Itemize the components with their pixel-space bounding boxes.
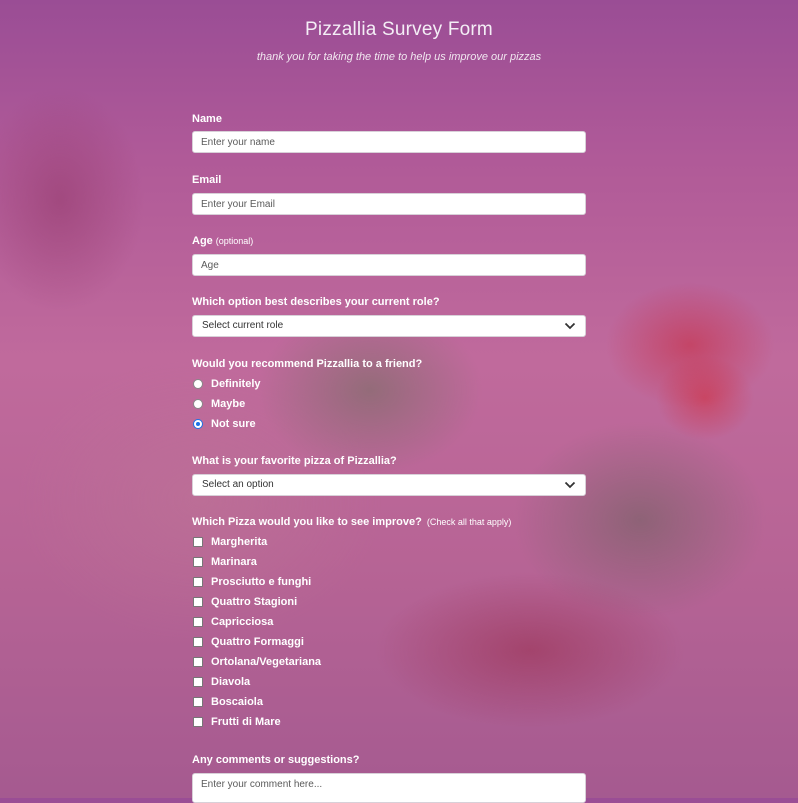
age-optional-hint: (optional) (215, 236, 254, 246)
improve-option-ortolana-vegetariana[interactable]: Ortolana/Vegetariana (193, 654, 321, 670)
improve-option-label: Diavola (211, 676, 251, 688)
improve-option-margherita[interactable]: Margherita (193, 534, 267, 550)
age-label-text: Age (192, 235, 213, 247)
improve-option-label: Marinara (211, 556, 257, 568)
checkbox[interactable] (193, 717, 203, 727)
improve-option-label: Boscaiola (211, 696, 263, 708)
recommend-label: Would you recommend Pizzallia to a frien… (192, 358, 423, 370)
checkbox[interactable] (193, 557, 203, 567)
favorite-select-value: Select an option (202, 479, 274, 490)
recommend-option-maybe[interactable]: Maybe (193, 396, 245, 412)
checkbox[interactable] (193, 577, 203, 587)
improve-option-prosciutto-e-funghi[interactable]: Prosciutto e funghi (193, 574, 311, 590)
improve-option-marinara[interactable]: Marinara (193, 554, 257, 570)
name-input[interactable] (192, 131, 586, 153)
comments-label: Any comments or suggestions? (192, 754, 360, 766)
improve-option-label: Margherita (211, 536, 268, 548)
page-title: Pizzallia Survey Form (305, 19, 493, 40)
improve-label-text: Which Pizza would you like to see improv… (192, 516, 422, 528)
checkbox[interactable] (193, 657, 203, 667)
role-label: Which option best describes your current… (192, 296, 440, 308)
checkbox[interactable] (193, 617, 203, 627)
improve-option-label: Capricciosa (211, 616, 274, 628)
comments-textarea[interactable] (192, 773, 586, 803)
recommend-option-label: Maybe (211, 398, 246, 410)
improve-option-label: Ortolana/Vegetariana (211, 656, 322, 668)
improve-option-label: Frutti di Mare (211, 716, 281, 728)
email-input[interactable] (192, 193, 586, 215)
email-label: Email (192, 174, 222, 186)
improve-option-label: Prosciutto e funghi (211, 576, 312, 588)
checkbox[interactable] (193, 677, 203, 687)
age-input[interactable] (192, 254, 586, 276)
improve-option-frutti-di-mare[interactable]: Frutti di Mare (193, 714, 281, 730)
checkbox[interactable] (193, 537, 203, 547)
role-select[interactable]: Select current role (192, 315, 586, 337)
favorite-label: What is your favorite pizza of Pizzallia… (192, 455, 397, 467)
favorite-select[interactable]: Select an option (192, 474, 586, 496)
chevron-down-icon (564, 322, 576, 330)
recommend-option-not-sure[interactable]: Not sure (193, 416, 256, 432)
recommend-option-label: Not sure (211, 418, 256, 430)
recommend-option-definitely[interactable]: Definitely (193, 376, 261, 392)
name-label: Name (192, 113, 222, 125)
recommend-option-label: Definitely (211, 378, 261, 390)
checkbox[interactable] (193, 597, 203, 607)
checkbox[interactable] (193, 637, 203, 647)
improve-label: Which Pizza would you like to see improv… (192, 516, 511, 528)
checkbox[interactable] (193, 697, 203, 707)
improve-option-label: Quattro Formaggi (211, 636, 304, 648)
improve-option-quattro-stagioni[interactable]: Quattro Stagioni (193, 594, 297, 610)
role-select-value: Select current role (202, 320, 284, 331)
page-subtitle: thank you for taking the time to help us… (256, 51, 542, 63)
improve-option-boscaiola[interactable]: Boscaiola (193, 694, 263, 710)
radio-button[interactable] (193, 379, 203, 389)
improve-option-diavola[interactable]: Diavola (193, 674, 250, 690)
age-label: Age (optional) (192, 235, 253, 247)
improve-option-label: Quattro Stagioni (211, 596, 298, 608)
radio-button[interactable] (193, 399, 203, 409)
radio-button-selected[interactable] (193, 419, 203, 429)
improve-option-quattro-formaggi[interactable]: Quattro Formaggi (193, 634, 304, 650)
improve-option-capricciosa[interactable]: Capricciosa (193, 614, 273, 630)
improve-hint: (Check all that apply) (426, 517, 512, 527)
chevron-down-icon (564, 481, 576, 489)
